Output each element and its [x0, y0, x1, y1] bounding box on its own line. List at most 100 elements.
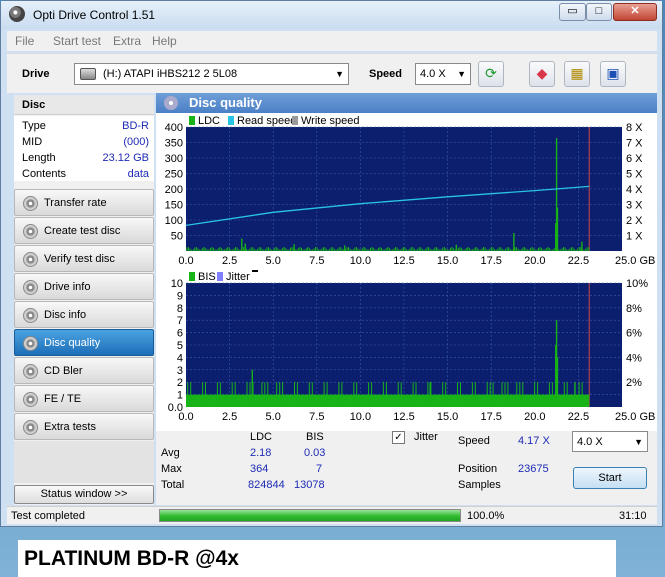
- title-bar: Opti Drive Control 1.51 ▭ □ ✕: [1, 1, 662, 29]
- legend-swatch: [228, 116, 234, 125]
- nav-drive-info[interactable]: Drive info: [14, 273, 154, 300]
- nav-label: Extra tests: [44, 421, 96, 433]
- y-tick-label: 5: [177, 340, 183, 352]
- disc-icon: [23, 280, 38, 295]
- menu-help[interactable]: Help: [152, 34, 177, 48]
- info-row: Contents data: [14, 168, 154, 184]
- progress-percent: 100.0%: [467, 510, 505, 522]
- save-icon[interactable]: ▣: [600, 61, 626, 87]
- avg-label: Avg: [161, 447, 180, 459]
- disc-icon: [23, 392, 38, 407]
- app-window: Opti Drive Control 1.51 ▭ □ ✕ File Start…: [0, 0, 663, 527]
- y-tick-label: 1: [177, 390, 183, 402]
- info-value: BD-R: [122, 120, 149, 132]
- main-panel: Disc quality 400 350 300 250 200 150 100 50 8 X 7…: [156, 93, 657, 505]
- y2-tick-label: 1 X: [626, 231, 643, 243]
- nav-fe-te[interactable]: FE / TE: [14, 385, 154, 412]
- x-tick-label: 17.5: [480, 411, 501, 423]
- nav-extra-tests[interactable]: Extra tests: [14, 413, 154, 440]
- y-tick-label: 100: [165, 215, 183, 227]
- menu-bar: File Start test Extra Help: [7, 31, 657, 51]
- speed-select[interactable]: 4.0 X ▼: [415, 63, 471, 85]
- toolbar: Drive (H:) ATAPI iHBS212 2 5L08 ▼ Speed …: [7, 53, 657, 93]
- result-speed-value: 4.0 X: [577, 436, 603, 448]
- status-text: Test completed: [11, 510, 85, 522]
- bis-baseline: [186, 394, 590, 407]
- disc-icon: [23, 252, 38, 267]
- speed-value: 4.0 X: [420, 68, 446, 80]
- total-label: Total: [161, 479, 185, 491]
- y-tick-label: 8: [177, 303, 183, 315]
- y-tick-label: 9: [177, 290, 183, 302]
- legend-marker: [252, 270, 258, 272]
- x-tick-label: 7.5: [309, 411, 324, 423]
- refresh-icon[interactable]: ⟳: [478, 61, 504, 87]
- info-row: MID (000): [14, 136, 154, 152]
- chevron-down-icon: ▼: [634, 437, 643, 447]
- samples-label: Samples: [458, 479, 501, 491]
- maximize-button[interactable]: □: [586, 3, 612, 21]
- nav-label: Disc quality: [44, 337, 101, 349]
- jitter-label: Jitter: [414, 431, 438, 443]
- y2-tick-label: 10%: [626, 278, 648, 290]
- drive-select[interactable]: (H:) ATAPI iHBS212 2 5L08 ▼: [74, 63, 349, 85]
- disc-icon: [23, 336, 38, 351]
- info-row: Length 23.12 GB: [14, 152, 154, 168]
- nav-verify-test-disc[interactable]: Verify test disc: [14, 245, 154, 272]
- x-tick-label: 5.0: [266, 255, 281, 267]
- legend-swatch: [217, 272, 223, 281]
- avg-bis: 0.03: [304, 447, 326, 459]
- y-tick-label: 7: [177, 315, 183, 327]
- nav-create-test-disc[interactable]: Create test disc: [14, 217, 154, 244]
- y2-tick-label: 7 X: [626, 138, 643, 150]
- charts-area: 400 350 300 250 200 150 100 50 8 X 7 X 6 X 5 X 4 X 3 …: [156, 113, 657, 431]
- nav-label: Verify test disc: [44, 253, 115, 265]
- menu-file[interactable]: File: [15, 34, 34, 48]
- disc-end-marker: [588, 283, 590, 407]
- nav-disc-quality[interactable]: Disc quality: [14, 329, 154, 356]
- y-tick-label: 400: [165, 122, 183, 134]
- eraser-icon[interactable]: ◆: [529, 61, 555, 87]
- close-button[interactable]: ✕: [613, 3, 657, 21]
- y-tick-label: 2: [177, 377, 183, 389]
- x-tick-label: 15.0: [437, 411, 458, 423]
- x-tick-label: 15.0: [437, 255, 458, 267]
- x-tick-label: 2.5: [222, 411, 237, 423]
- y2-tick-label: 2%: [626, 377, 642, 389]
- menu-start-test[interactable]: Start test: [53, 34, 101, 48]
- avg-ldc: 2.18: [250, 447, 272, 459]
- x-tick-label: 10.0: [350, 411, 371, 423]
- nav-cd-bler[interactable]: CD Bler: [14, 357, 154, 384]
- legend-swatch: [189, 116, 195, 125]
- y-tick-label: 50: [171, 231, 183, 243]
- nav-label: CD Bler: [44, 365, 83, 377]
- speed-label: Speed: [369, 68, 403, 80]
- nav-transfer-rate[interactable]: Transfer rate: [14, 189, 154, 216]
- progress-bar: [159, 509, 461, 522]
- result-speed-select[interactable]: 4.0 X ▼: [572, 431, 648, 452]
- y2-tick-label: 6%: [626, 328, 642, 340]
- drive-label: Drive: [22, 68, 50, 80]
- info-row: Type BD-R: [14, 120, 154, 136]
- nav-disc-info[interactable]: Disc info: [14, 301, 154, 328]
- disc-icon: [23, 420, 38, 435]
- minimize-button[interactable]: ▭: [559, 3, 586, 21]
- x-tick-label: 0.0: [178, 255, 193, 267]
- y-tick-label: 200: [165, 184, 183, 196]
- chip-icon[interactable]: ▦: [564, 61, 590, 87]
- y-tick-label: 6: [177, 328, 183, 340]
- legend-label: Read speed: [237, 115, 296, 127]
- legend-label: LDC: [198, 115, 220, 127]
- panel-header: Disc quality: [156, 93, 657, 113]
- y-tick-label: 10: [171, 278, 183, 290]
- y-tick-label: 150: [165, 200, 183, 212]
- menu-extra[interactable]: Extra: [113, 34, 141, 48]
- x-tick-label: 22.5: [568, 255, 589, 267]
- y2-tick-label: 3 X: [626, 200, 643, 212]
- start-button[interactable]: Start: [573, 467, 647, 489]
- status-window-button[interactable]: Status window >>: [14, 485, 154, 504]
- chevron-down-icon: ▼: [457, 69, 466, 79]
- jitter-checkbox[interactable]: ✓: [392, 431, 405, 444]
- info-key: Contents: [22, 168, 67, 180]
- x-tick-label: 5.0: [266, 411, 281, 423]
